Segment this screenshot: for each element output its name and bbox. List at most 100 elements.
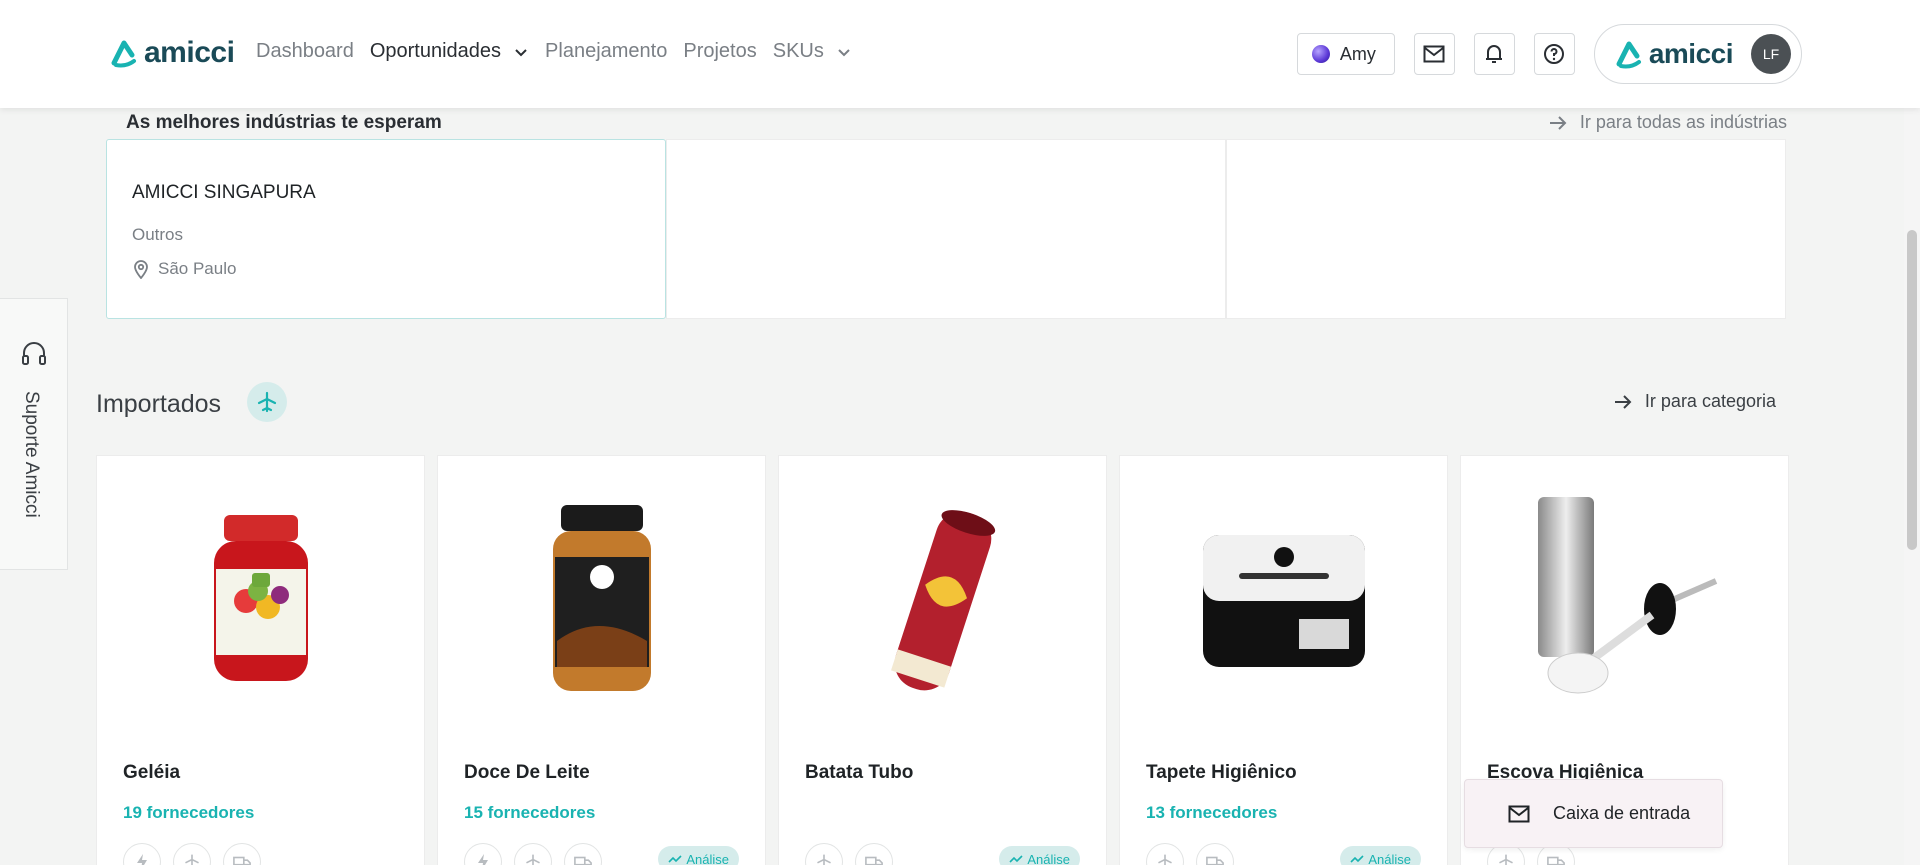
product-name: Doce De Leite — [464, 762, 590, 783]
truck-icon — [223, 843, 261, 865]
industry-category: Outros — [132, 225, 184, 244]
truck-icon — [564, 843, 602, 865]
account-logo: amicci — [1615, 38, 1734, 70]
analysis-tag-label: Análise — [686, 851, 729, 865]
dulce-jar-image — [552, 505, 651, 691]
airplane-icon — [805, 843, 843, 865]
lightning-icon — [123, 843, 161, 865]
arrow-right-icon — [1614, 394, 1632, 409]
nav-skus[interactable]: SKUs — [773, 40, 852, 63]
mail-icon — [1423, 45, 1445, 63]
inbox-button[interactable]: Caixa de entrada — [1464, 779, 1723, 848]
toilet-brush-image — [1537, 497, 1717, 694]
bell-icon — [1486, 45, 1503, 63]
product-features — [123, 843, 261, 865]
airplane-icon — [173, 843, 211, 865]
product-image — [1510, 486, 1740, 716]
go-to-category-label: Ir para categoria — [1644, 391, 1776, 411]
trend-icon — [1350, 855, 1364, 863]
page-scrollbar[interactable] — [1904, 0, 1920, 865]
amy-orb-icon — [1311, 45, 1330, 63]
airplane-icon — [257, 391, 277, 413]
header-actions: Amy amicci LF — [1296, 24, 1802, 84]
product-image — [828, 486, 1058, 716]
analysis-tag-label: Análise — [1368, 851, 1411, 865]
truck-icon — [855, 843, 893, 865]
product-image — [1169, 486, 1399, 716]
industry-card-empty — [1226, 139, 1786, 319]
product-features — [1146, 843, 1234, 865]
industries-row: AMICCI SINGAPURA Outros São Paulo — [106, 139, 1787, 319]
amicci-logo[interactable]: amicci — [110, 36, 235, 70]
nav-oportunidades-label: Oportunidades — [369, 40, 502, 62]
account-logo-text: amicci — [1648, 38, 1734, 69]
product-name: Tapete Higiênico — [1146, 762, 1297, 783]
mail-icon — [1508, 805, 1530, 822]
support-label: Suporte Amicci — [21, 391, 42, 518]
product-card[interactable]: Geléia 19 fornecedores — [96, 455, 425, 865]
product-card[interactable]: Doce De Leite 15 fornecedores Análise — [437, 455, 766, 865]
top-header: amicci Dashboard Oportunidades Planejame… — [0, 0, 1920, 108]
mail-button[interactable] — [1413, 33, 1455, 75]
amicci-logo-mark-icon — [1616, 41, 1641, 69]
logo-text: amicci — [144, 36, 235, 69]
go-to-category-link[interactable]: Ir para categoria — [1613, 391, 1776, 412]
airplane-icon — [1146, 843, 1184, 865]
location-pin-icon — [134, 260, 148, 279]
product-image — [487, 486, 717, 716]
analysis-tag: Análise — [1340, 846, 1421, 865]
analysis-tag: Análise — [658, 846, 739, 865]
nav-planejamento[interactable]: Planejamento — [545, 40, 667, 63]
product-image — [146, 486, 376, 716]
chevron-down-icon — [838, 48, 850, 56]
nav-projetos[interactable]: Projetos — [683, 40, 756, 63]
nav-oportunidades[interactable]: Oportunidades — [370, 40, 529, 63]
product-name: Geléia — [123, 762, 181, 783]
arrow-right-icon — [1549, 115, 1567, 130]
pad-pack-image — [1202, 535, 1365, 667]
avatar: LF — [1751, 34, 1791, 74]
product-card[interactable]: Tapete Higiênico 13 fornecedores Análise — [1119, 455, 1448, 865]
amy-assistant-button[interactable]: Amy — [1296, 33, 1395, 75]
support-tab[interactable]: Suporte Amicci — [0, 298, 68, 570]
imported-badge — [247, 382, 287, 422]
account-menu[interactable]: amicci LF — [1593, 24, 1802, 84]
airplane-icon — [514, 843, 552, 865]
chevron-down-icon — [515, 48, 527, 56]
help-icon — [1544, 44, 1565, 64]
analysis-tag: Análise — [999, 846, 1080, 865]
headset-icon — [22, 342, 46, 365]
chips-tube-image — [890, 510, 995, 691]
industry-location-label: São Paulo — [158, 259, 237, 278]
industry-name: AMICCI SINGAPURA — [132, 182, 316, 203]
help-button[interactable] — [1533, 33, 1575, 75]
notifications-button[interactable] — [1473, 33, 1515, 75]
scrollbar-thumb[interactable] — [1907, 230, 1917, 550]
nav-dashboard[interactable]: Dashboard — [256, 40, 354, 63]
amy-label: Amy — [1339, 43, 1376, 64]
product-suppliers[interactable]: 15 fornecedores — [464, 803, 595, 823]
main-nav: Dashboard Oportunidades Planejamento Pro… — [256, 40, 852, 63]
amicci-logo-mark-icon — [111, 40, 136, 68]
jam-jar-image — [213, 515, 308, 681]
industry-card-empty — [666, 139, 1226, 319]
all-industries-link-label: Ir para todas as indústrias — [1579, 112, 1787, 132]
product-features — [805, 843, 893, 865]
lightning-icon — [464, 843, 502, 865]
truck-icon — [1196, 843, 1234, 865]
trend-icon — [1009, 855, 1023, 863]
product-suppliers[interactable]: 13 fornecedores — [1146, 803, 1277, 823]
analysis-tag-label: Análise — [1027, 851, 1070, 865]
product-suppliers[interactable]: 19 fornecedores — [123, 803, 254, 823]
industry-card[interactable]: AMICCI SINGAPURA Outros São Paulo — [106, 139, 666, 319]
trend-icon — [668, 855, 682, 863]
industries-title: As melhores indústrias te esperam — [126, 112, 442, 133]
product-name: Batata Tubo — [805, 762, 914, 783]
product-features — [464, 843, 602, 865]
industry-location: São Paulo — [132, 259, 665, 279]
product-card[interactable]: Batata Tubo Análise — [778, 455, 1107, 865]
all-industries-link[interactable]: Ir para todas as indústrias — [1548, 112, 1787, 133]
nav-skus-label: SKUs — [772, 40, 824, 62]
inbox-label: Caixa de entrada — [1553, 803, 1691, 823]
imported-title: Importados — [96, 390, 222, 418]
